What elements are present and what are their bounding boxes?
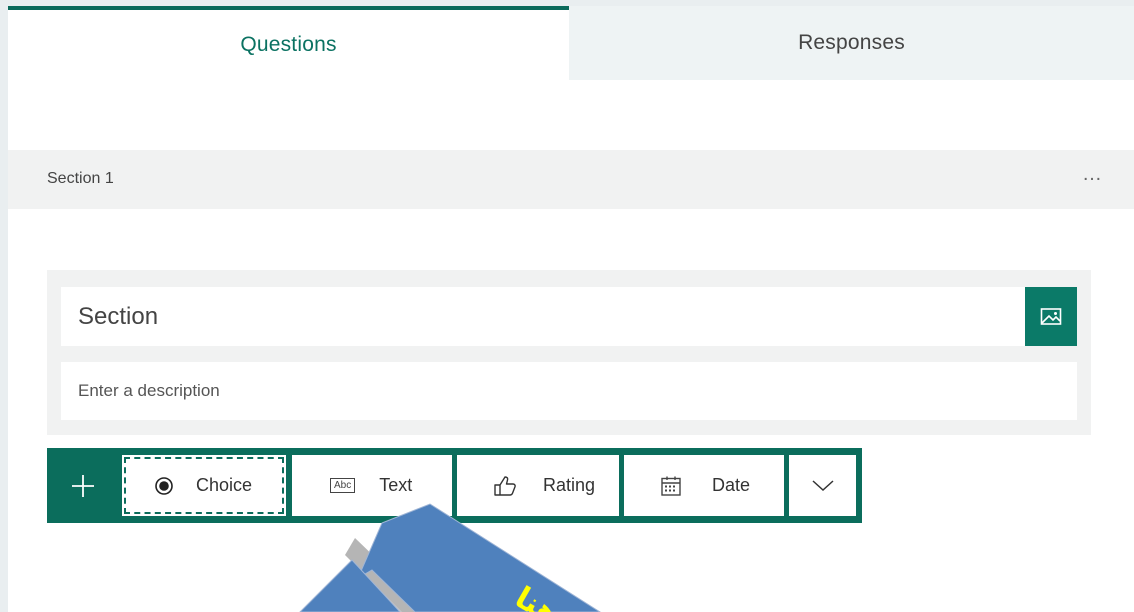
text-label: Text <box>379 475 413 495</box>
chevron-down-icon <box>811 479 834 491</box>
more-options-icon[interactable]: … <box>1082 163 1104 186</box>
abc-text-icon: Abc <box>330 478 356 493</box>
section-description-input[interactable]: Enter a description <box>61 362 1077 420</box>
tab-questions-label: Questions <box>240 33 337 56</box>
date-question-button[interactable]: Date <box>624 455 784 516</box>
tab-responses-label: Responses <box>798 31 905 54</box>
abc-icon-text: Abc <box>330 478 356 493</box>
image-icon <box>1040 307 1062 325</box>
choice-question-button[interactable]: Choice <box>122 455 286 516</box>
thumbs-up-icon <box>493 475 517 497</box>
insert-image-button[interactable] <box>1025 287 1077 346</box>
forms-editor: Questions Responses Section 1 … Section … <box>8 6 1134 612</box>
rating-label: Rating <box>543 475 596 495</box>
tab-questions[interactable]: Questions <box>8 6 569 80</box>
choice-label: Choice <box>196 475 253 495</box>
section-description-placeholder: Enter a description <box>78 381 220 400</box>
more-question-types-button[interactable] <box>789 455 856 516</box>
calendar-icon <box>660 475 682 497</box>
section-title-value: Section <box>78 302 159 330</box>
section-header: Section 1 … <box>8 150 1134 209</box>
radio-icon <box>154 476 174 496</box>
add-question-toolbar: Choice Abc Text Rating Date <box>47 448 862 523</box>
text-question-button[interactable]: Abc Text <box>292 455 452 516</box>
add-question-button[interactable] <box>47 448 119 523</box>
tab-responses[interactable]: Responses <box>569 6 1134 80</box>
date-label: Date <box>712 475 751 495</box>
section-card: Section Enter a description <box>47 270 1091 435</box>
section-title-input[interactable]: Section <box>61 287 1025 346</box>
section-header-label: Section 1 <box>47 170 114 187</box>
rating-question-button[interactable]: Rating <box>457 455 619 516</box>
plus-icon <box>72 474 94 497</box>
